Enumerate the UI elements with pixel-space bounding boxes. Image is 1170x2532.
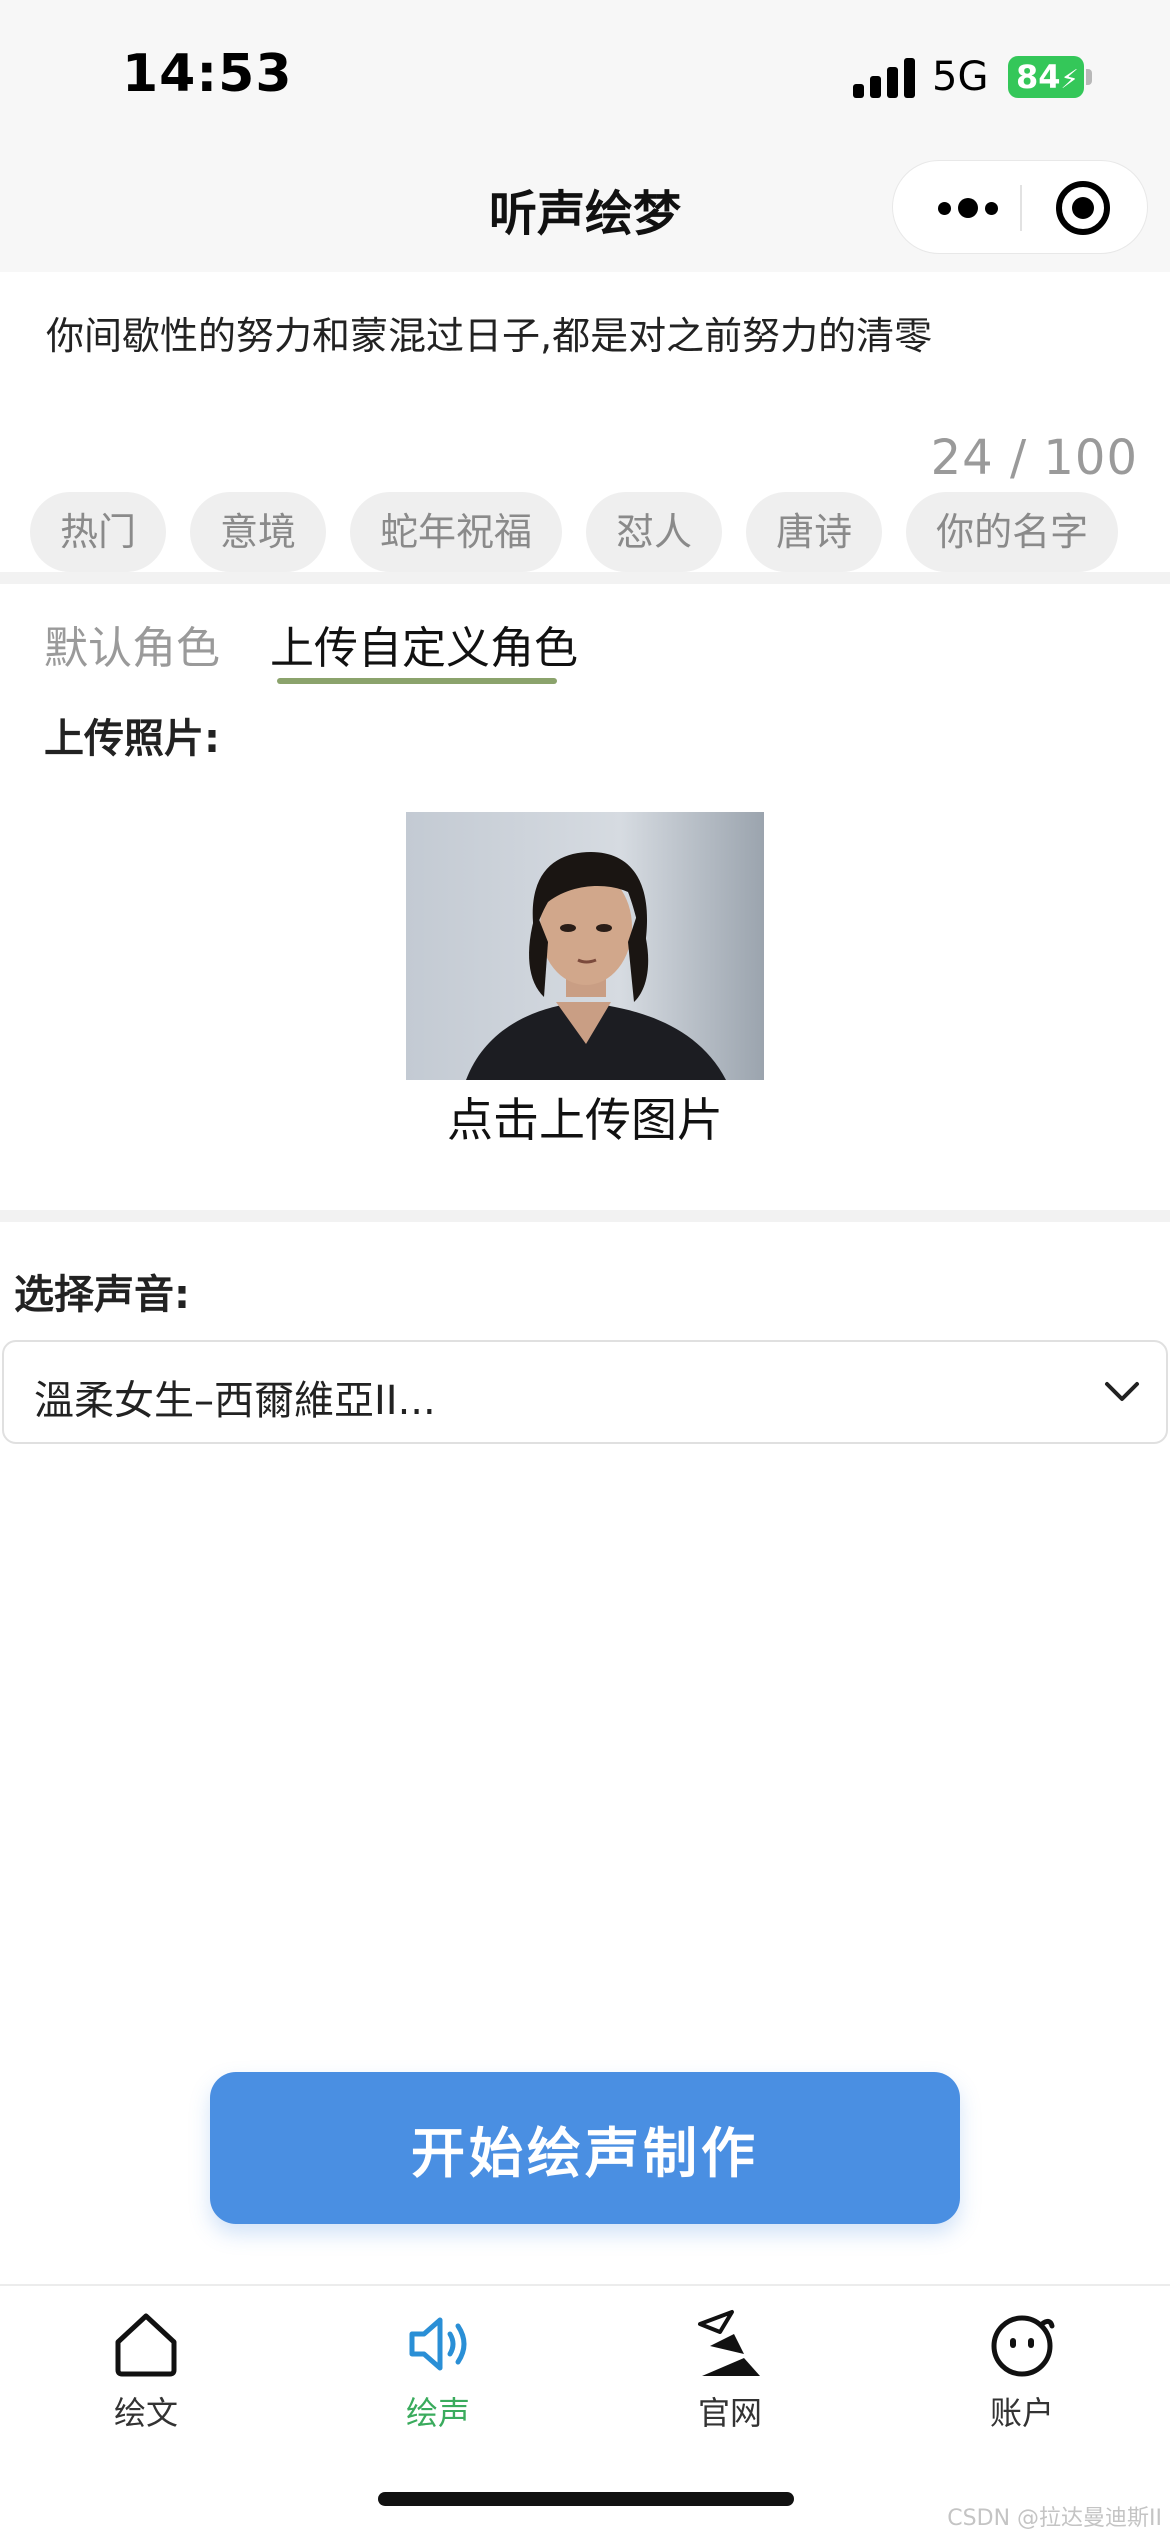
section-divider: [0, 1210, 1170, 1222]
capsule-divider: [1020, 185, 1022, 231]
speaker-icon: [409, 2317, 467, 2371]
watermark: CSDN @拉达曼迪斯II: [947, 2506, 1162, 2531]
tabbar-label: 绘声: [405, 2394, 470, 2432]
tabbar-label: 绘文: [113, 2394, 178, 2432]
voice-label: 选择声音:: [14, 1272, 190, 1318]
home-icon: [115, 2313, 177, 2377]
chip-roast[interactable]: 怼人: [586, 492, 723, 572]
battery-level: 84: [1016, 58, 1061, 96]
website-logo-icon: [698, 2310, 760, 2376]
close-target-icon[interactable]: [1056, 181, 1110, 235]
upload-photo-label: 上传照片:: [44, 716, 220, 762]
tabbar-item-text[interactable]: 绘文: [46, 2306, 246, 2446]
portrait-image: [406, 812, 764, 1080]
chip-snake-year[interactable]: 蛇年祝福: [350, 492, 563, 572]
signal-icon: [853, 58, 915, 98]
smiley-account-icon: [991, 2315, 1055, 2377]
more-options-icon[interactable]: [923, 161, 1013, 255]
tabbar-label: 官网: [697, 2394, 762, 2432]
voice-select[interactable]: 溫柔女生–西爾維亞II...: [2, 1340, 1168, 1444]
topic-chips: 热门 意境 蛇年祝福 怼人 唐诗 你的名字: [30, 492, 1140, 572]
active-tab-indicator: [277, 678, 557, 684]
battery-tip: [1086, 69, 1092, 85]
battery-icon: 84⚡: [1008, 56, 1084, 98]
tabbar-label: 账户: [989, 2394, 1054, 2432]
char-counter: 24 / 100: [930, 430, 1138, 486]
tab-default-role[interactable]: 默认角色: [44, 612, 220, 676]
upload-image-text[interactable]: 点击上传图片: [0, 1084, 1170, 1150]
tabbar-item-voice[interactable]: 绘声: [338, 2306, 538, 2446]
voice-selected-value: 溫柔女生–西爾維亞II...: [34, 1378, 436, 1424]
nav-bar: 听声绘梦: [0, 150, 1170, 272]
home-indicator: [378, 2492, 794, 2506]
tabbar-item-account[interactable]: 账户: [922, 2306, 1122, 2446]
uploaded-photo[interactable]: [406, 812, 764, 1080]
tab-custom-role[interactable]: 上传自定义角色: [270, 612, 578, 676]
mini-program-capsule: [892, 160, 1148, 254]
start-production-button[interactable]: 开始绘声制作: [210, 2072, 960, 2224]
chip-your-name[interactable]: 你的名字: [906, 492, 1119, 572]
chip-tang-poem[interactable]: 唐诗: [746, 492, 883, 572]
role-tabs: 默认角色 上传自定义角色: [0, 584, 1170, 694]
text-input-area[interactable]: 你间歇性的努力和蒙混过日子,都是对之前努力的清零 24 / 100 热门 意境 蛇年…: [0, 272, 1170, 572]
section-divider: [0, 572, 1170, 584]
chip-mood[interactable]: 意境: [190, 492, 327, 572]
status-time: 14:53: [122, 44, 293, 104]
chevron-down-icon: [1105, 1382, 1139, 1401]
text-input-value[interactable]: 你间歇性的努力和蒙混过日子,都是对之前努力的清零: [46, 310, 1126, 362]
chip-hot[interactable]: 热门: [30, 492, 167, 572]
network-type: 5G: [932, 54, 989, 100]
status-bar: 14:53 5G 84⚡: [0, 0, 1170, 150]
tabbar-item-website[interactable]: 官网: [630, 2306, 830, 2446]
